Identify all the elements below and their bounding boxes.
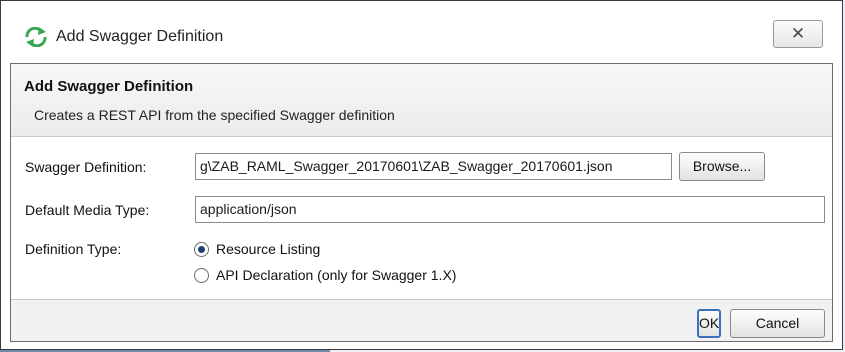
dialog-body: Add Swagger Definition Creates a REST AP… <box>10 63 833 342</box>
radio-api-declaration[interactable] <box>194 268 209 283</box>
media-type-label: Default Media Type: <box>25 202 150 218</box>
close-button[interactable]: ✕ <box>773 20 823 48</box>
swagger-definition-label: Swagger Definition: <box>25 159 147 175</box>
swagger-refresh-icon <box>24 26 48 48</box>
browse-button[interactable]: Browse... <box>679 152 765 181</box>
radio-resource-listing-label[interactable]: Resource Listing <box>216 241 320 257</box>
radio-resource-listing[interactable] <box>194 242 209 257</box>
dialog-header: Add Swagger Definition Creates a REST AP… <box>11 64 832 137</box>
media-type-field[interactable]: application/json <box>195 196 825 223</box>
window-title: Add Swagger Definition <box>56 28 224 45</box>
radio-api-declaration-label[interactable]: API Declaration (only for Swagger 1.X) <box>216 267 456 283</box>
header-title: Add Swagger Definition <box>24 78 194 95</box>
titlebar: Add Swagger Definition ✕ <box>2 2 841 62</box>
header-description: Creates a REST API from the specified Sw… <box>34 107 395 123</box>
definition-type-label: Definition Type: <box>25 241 122 257</box>
add-swagger-dialog: Add Swagger Definition ✕ Add Swagger Def… <box>0 0 843 350</box>
ok-button[interactable]: OK <box>697 309 721 338</box>
cancel-button[interactable]: Cancel <box>730 309 825 338</box>
swagger-definition-field[interactable]: g\ZAB_RAML_Swagger_20170601\ZAB_Swagger_… <box>195 153 672 180</box>
close-icon: ✕ <box>790 24 806 43</box>
